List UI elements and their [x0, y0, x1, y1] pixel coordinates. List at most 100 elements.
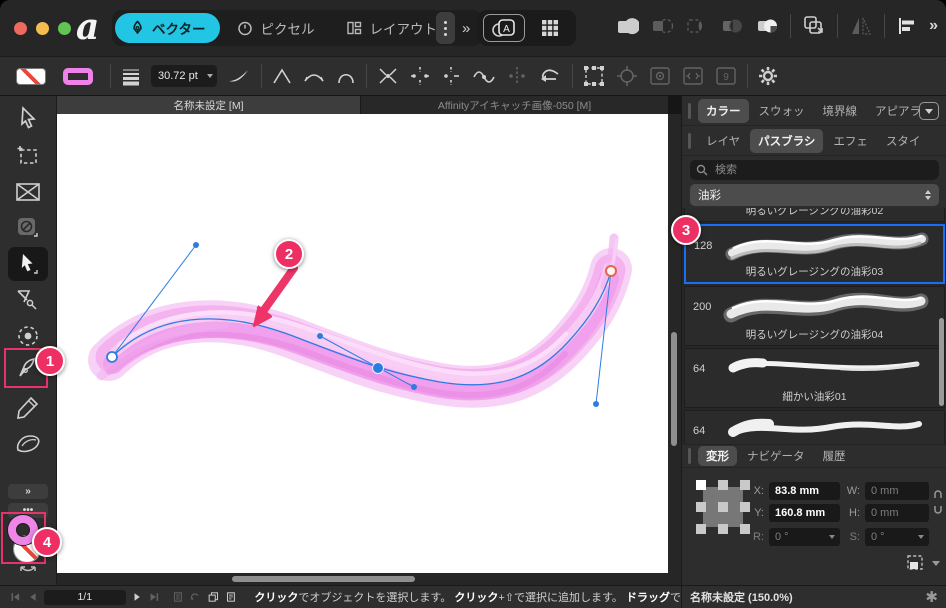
vertical-scrollbar[interactable]	[671, 332, 677, 446]
document-info-icon[interactable]	[226, 590, 236, 604]
chevron-down-icon[interactable]	[932, 561, 940, 566]
boolean-add-button[interactable]	[615, 15, 639, 37]
alignment-button[interactable]	[896, 15, 918, 37]
scale-with-object-button[interactable]	[681, 64, 705, 88]
y-field[interactable]: 160.8 mm	[769, 504, 840, 522]
swap-colors-icon[interactable]	[18, 564, 38, 576]
arrange-move-button[interactable]	[802, 14, 826, 38]
transform-origin-button[interactable]	[615, 64, 639, 88]
brush-item-selected[interactable]: 128 明るいグレージングの油彩03	[684, 224, 945, 284]
tab-transform[interactable]: 変形	[698, 446, 737, 466]
first-page-icon[interactable]	[10, 591, 21, 603]
vector-crop-tool[interactable]	[8, 175, 48, 209]
horizontal-scrollbar[interactable]	[232, 576, 415, 582]
anchor-center[interactable]	[718, 502, 728, 512]
page-list-icon[interactable]	[173, 590, 183, 604]
persona-layout-button[interactable]: レイアウト	[331, 13, 452, 43]
move-tool[interactable]	[8, 101, 48, 135]
tab-swatches[interactable]: スウォッ	[751, 99, 813, 123]
tab-styles[interactable]: スタイ	[878, 129, 929, 153]
anchor-bottom-left[interactable]	[696, 524, 706, 534]
tab-effects[interactable]: エフェ	[825, 129, 876, 153]
panel-grip[interactable]	[688, 133, 691, 149]
zoom-window-button[interactable]	[58, 22, 71, 35]
previous-page-icon[interactable]	[28, 591, 37, 603]
tab-stroke[interactable]: 境界線	[815, 99, 866, 123]
rotate-page-icon[interactable]	[189, 591, 200, 603]
toolbar-menu-button[interactable]	[436, 12, 455, 44]
s-field[interactable]: 0 °	[865, 528, 929, 546]
r-field[interactable]: 0 °	[769, 528, 840, 546]
smooth-node-button[interactable]	[302, 66, 326, 86]
reverse-curve-button[interactable]	[537, 65, 563, 87]
collapse-panel-button[interactable]	[919, 102, 939, 120]
mirror-flip-button[interactable]	[849, 15, 873, 37]
x-field[interactable]: 83.8 mm	[769, 482, 840, 500]
panel-grip[interactable]	[688, 448, 691, 464]
w-field[interactable]: 0 mm	[865, 482, 929, 500]
expand-tools-button[interactable]: »	[8, 484, 48, 499]
show-orientation-button[interactable]	[648, 64, 672, 88]
boolean-divide-button[interactable]	[755, 15, 779, 37]
duplicate-page-icon[interactable]	[208, 590, 219, 604]
break-curve-button[interactable]	[409, 65, 431, 87]
panel-grip[interactable]	[688, 103, 691, 119]
brush-list-scrollbar[interactable]	[939, 318, 944, 406]
page-indicator[interactable]: 1/1	[44, 590, 126, 605]
h-field[interactable]: 0 mm	[865, 504, 929, 522]
tab-path-brush[interactable]: パスブラシ	[750, 129, 823, 153]
pressure-profile-button[interactable]	[226, 66, 252, 86]
anchor-middle-left[interactable]	[696, 502, 706, 512]
anchor-bottom-center[interactable]	[718, 524, 728, 534]
favorite-star-icon[interactable]: ✱	[925, 588, 938, 606]
brush-item[interactable]: 64	[684, 410, 945, 444]
fill-color-swatch[interactable]	[16, 68, 46, 85]
flatten-curve-button[interactable]	[506, 65, 528, 87]
close-window-button[interactable]	[14, 22, 27, 35]
brush-item[interactable]: 64 細かい油彩01	[684, 348, 945, 408]
persona-vector-button[interactable]: ベクター	[115, 13, 220, 43]
smooth-curve-button[interactable]	[471, 65, 497, 87]
brush-item[interactable]: 200 細かい油彩01 明るいグレージングの油彩04	[684, 286, 945, 346]
persona-overflow-button[interactable]: »	[454, 20, 474, 37]
anchor-point-selector[interactable]	[696, 480, 750, 534]
close-curve-button[interactable]	[440, 65, 462, 87]
smart-node-button[interactable]	[335, 66, 357, 86]
vector-brush-tool[interactable]	[8, 427, 48, 461]
canvas[interactable]	[57, 114, 668, 573]
boolean-intersect-button[interactable]	[685, 15, 709, 37]
stroke-width-field[interactable]: 30.72 pt	[151, 65, 217, 87]
node-tool[interactable]	[8, 247, 48, 281]
document-tab-active[interactable]: 名称未設定 [M]	[57, 96, 360, 114]
artboard-tool[interactable]	[8, 139, 48, 173]
brush-item[interactable]: 明るいグレージングの油彩02	[684, 208, 945, 222]
settings-gear-button[interactable]	[757, 65, 779, 87]
boolean-subtract-button[interactable]	[650, 15, 674, 37]
rotation-badge-button[interactable]: 9	[714, 64, 738, 88]
link-wh-icon[interactable]	[933, 490, 943, 516]
corner-tool[interactable]	[8, 283, 48, 317]
next-page-icon[interactable]	[133, 591, 142, 603]
tab-history[interactable]: 履歴	[815, 446, 854, 466]
transform-mode-button[interactable]	[582, 64, 606, 88]
join-curves-button[interactable]	[376, 65, 400, 87]
grid-toggle-button[interactable]	[529, 14, 571, 42]
search-input[interactable]	[713, 163, 933, 177]
tab-layers[interactable]: レイヤ	[698, 129, 748, 153]
anchor-top-center[interactable]	[718, 480, 728, 490]
tab-color[interactable]: カラー	[698, 99, 749, 123]
last-page-icon[interactable]	[149, 591, 160, 603]
stroke-panel-button[interactable]	[120, 66, 142, 86]
boolean-xor-button[interactable]	[720, 15, 744, 37]
persona-pixel-button[interactable]: ピクセル	[222, 13, 329, 43]
pencil-tool[interactable]	[8, 391, 48, 425]
document-tab-inactive[interactable]: Affinityアイキャッチ画像-050 [M]	[360, 96, 668, 114]
auto-correct-style-button[interactable]: A	[483, 14, 525, 42]
tab-navigator[interactable]: ナビゲータ	[739, 446, 813, 466]
sharp-node-button[interactable]	[271, 66, 293, 86]
anchor-top-left[interactable]	[696, 480, 706, 490]
brush-category-select[interactable]: 油彩	[690, 184, 939, 206]
minimize-window-button[interactable]	[36, 22, 49, 35]
style-picker-tool[interactable]	[8, 211, 48, 245]
toolbar-overflow-button[interactable]: »	[929, 17, 938, 35]
